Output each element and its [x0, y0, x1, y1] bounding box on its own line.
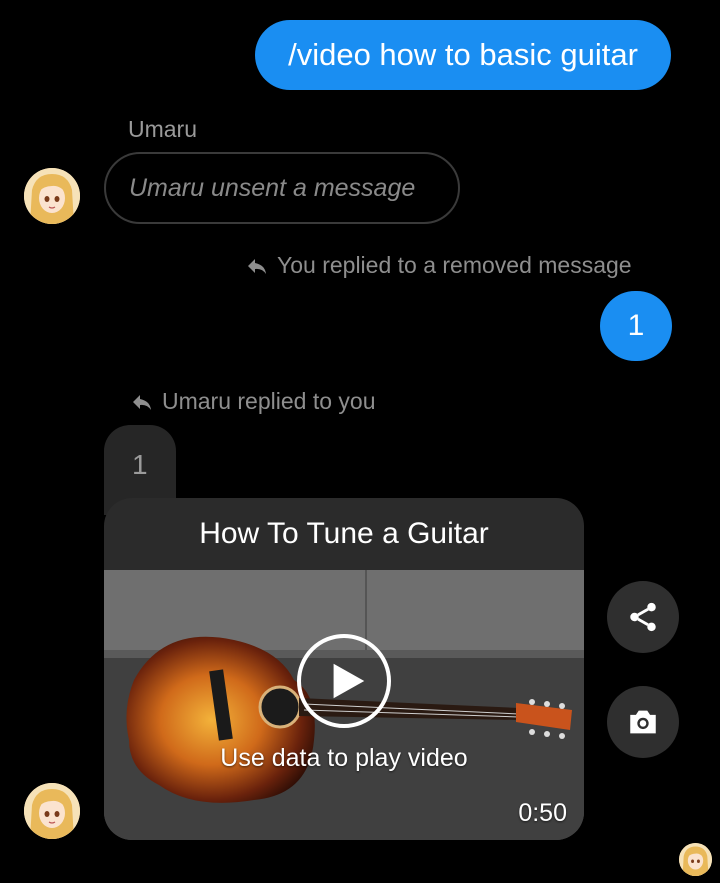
quoted-message-text: 1 [132, 449, 148, 480]
video-title: How To Tune a Guitar [199, 517, 489, 550]
camera-icon [630, 710, 656, 734]
share-button[interactable] [607, 581, 679, 653]
unsent-message-text: Umaru unsent a message [129, 173, 416, 202]
share-icon [630, 602, 656, 632]
video-card[interactable]: How To Tune a Guitar Use data to play vi… [104, 498, 584, 840]
unsent-message-bubble: Umaru unsent a message [104, 152, 460, 224]
message-text: 1 [627, 309, 645, 342]
play-video-message: Use data to play video [220, 744, 468, 772]
reply-indicator-text: Umaru replied to you [162, 388, 376, 414]
outgoing-message-bubble[interactable]: 1 [600, 291, 672, 361]
video-thumbnail[interactable]: Use data to play video 0:50 [104, 570, 584, 840]
reply-arrow-icon [133, 394, 151, 410]
message-text: /video how to basic guitar [288, 37, 638, 72]
contact-avatar[interactable] [24, 168, 80, 224]
play-icon [333, 663, 365, 699]
outgoing-message-bubble[interactable]: /video how to basic guitar [255, 20, 671, 90]
reply-indicator-text: You replied to a removed message [277, 252, 632, 278]
video-duration: 0:50 [518, 799, 567, 827]
reply-indicator: You replied to a removed message [245, 252, 632, 279]
reply-indicator: Umaru replied to you [130, 388, 376, 415]
save-screenshot-button[interactable] [607, 686, 679, 758]
contact-avatar[interactable] [24, 783, 80, 839]
seen-receipt-avatar [679, 843, 712, 876]
reply-arrow-icon [248, 258, 266, 274]
play-button[interactable] [297, 634, 391, 728]
sender-name: Umaru [128, 116, 198, 142]
